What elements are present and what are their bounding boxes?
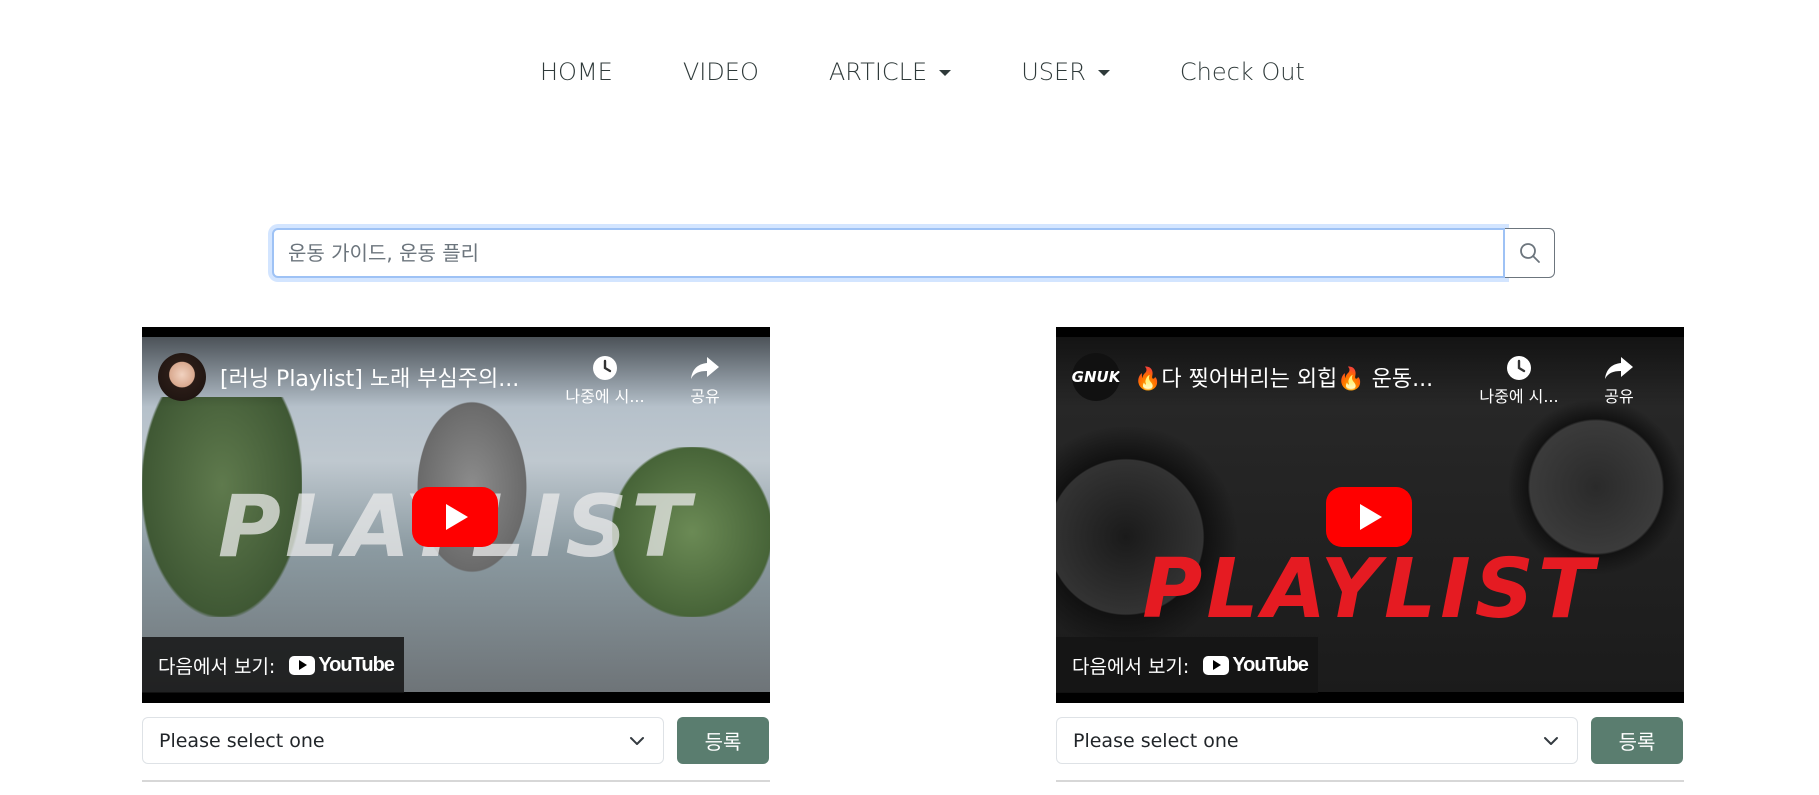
- nav-home-label: HOME: [540, 58, 613, 86]
- search-icon: [1519, 243, 1540, 263]
- youtube-wordmark: YouTube: [1232, 653, 1309, 676]
- select-value: Please select one: [1073, 729, 1239, 752]
- youtube-wordmark: YouTube: [318, 653, 395, 676]
- nav-item-video[interactable]: VIDEO: [683, 58, 759, 86]
- nav-item-home[interactable]: HOME: [540, 58, 613, 86]
- caret-down-icon: [939, 70, 952, 76]
- category-select[interactable]: Please select one: [142, 717, 664, 764]
- video-header: GNUK 🔥다 찢어버리는 외힙🔥 운동... 나중에 시... 공유: [1056, 337, 1684, 407]
- register-button[interactable]: 등록: [677, 717, 769, 764]
- card-controls: Please select one 등록: [142, 717, 770, 764]
- search-bar: [272, 228, 1555, 278]
- category-select[interactable]: Please select one: [1056, 717, 1578, 764]
- card-divider: [142, 780, 770, 782]
- share-icon: [1605, 357, 1633, 379]
- watch-on-label: 다음에서 보기:: [158, 655, 276, 678]
- top-nav: HOME VIDEO ARTICLE USER Check Out: [0, 0, 1819, 150]
- share-button[interactable]: 공유: [1584, 353, 1654, 407]
- search-button[interactable]: [1505, 228, 1555, 278]
- watch-on-label: 다음에서 보기:: [1072, 655, 1190, 678]
- video-embed[interactable]: PLAYLIST [러닝 Playlist] 노래 부심주의... 나중에 시.…: [142, 327, 770, 703]
- share-icon: [691, 357, 719, 379]
- nav-item-user[interactable]: USER: [1021, 58, 1110, 86]
- clock-icon: [1507, 356, 1531, 380]
- card-divider: [1056, 780, 1684, 782]
- thumbnail-text: PLAYLIST: [1142, 542, 1598, 637]
- caret-down-icon: [1097, 70, 1110, 76]
- share-label: 공유: [690, 387, 720, 406]
- card-controls: Please select one 등록: [1056, 717, 1684, 764]
- watch-later-button[interactable]: 나중에 시...: [562, 353, 648, 407]
- share-button[interactable]: 공유: [670, 353, 740, 407]
- video-card: PLAYLIST [러닝 Playlist] 노래 부심주의... 나중에 시.…: [142, 327, 770, 782]
- video-title[interactable]: [러닝 Playlist] 노래 부심주의...: [220, 361, 520, 393]
- video-header: [러닝 Playlist] 노래 부심주의... 나중에 시... 공유: [142, 337, 770, 407]
- nav-item-check-out[interactable]: Check Out: [1180, 58, 1305, 86]
- watch-later-label: 나중에 시...: [1479, 387, 1559, 406]
- nav-checkout-label: Check Out: [1179, 58, 1305, 86]
- nav-video-label: VIDEO: [682, 58, 759, 86]
- share-label: 공유: [1604, 387, 1634, 406]
- watch-later-label: 나중에 시...: [565, 387, 645, 406]
- watch-later-button[interactable]: 나중에 시...: [1476, 353, 1562, 407]
- nav-article-label: ARTICLE: [828, 58, 928, 86]
- nav-item-article[interactable]: ARTICLE: [828, 58, 952, 86]
- youtube-logo: YouTube: [289, 653, 395, 677]
- channel-avatar[interactable]: GNUK: [1072, 353, 1120, 401]
- channel-avatar[interactable]: [158, 353, 206, 401]
- play-icon[interactable]: [412, 487, 498, 547]
- watch-on-youtube[interactable]: 다음에서 보기: YouTube: [142, 637, 404, 693]
- watch-on-youtube[interactable]: 다음에서 보기: YouTube: [1056, 637, 1318, 693]
- play-icon[interactable]: [1326, 487, 1412, 547]
- chevron-down-icon: [1544, 736, 1558, 745]
- nav-list: HOME VIDEO ARTICLE USER Check Out: [540, 58, 1305, 86]
- select-value: Please select one: [159, 729, 325, 752]
- youtube-logo: YouTube: [1203, 653, 1309, 677]
- youtube-icon: [1203, 655, 1230, 675]
- search-input[interactable]: [272, 228, 1505, 278]
- nav-user-label: USER: [1021, 58, 1086, 86]
- clock-icon: [593, 356, 617, 380]
- register-button[interactable]: 등록: [1591, 717, 1683, 764]
- youtube-icon: [289, 655, 316, 675]
- video-title[interactable]: 🔥다 찢어버리는 외힙🔥 운동...: [1134, 361, 1434, 393]
- video-embed[interactable]: PLAYLIST GNUK 🔥다 찢어버리는 외힙🔥 운동... 나중에 시..…: [1056, 327, 1684, 703]
- chevron-down-icon: [630, 736, 644, 745]
- video-card: PLAYLIST GNUK 🔥다 찢어버리는 외힙🔥 운동... 나중에 시..…: [1056, 327, 1684, 782]
